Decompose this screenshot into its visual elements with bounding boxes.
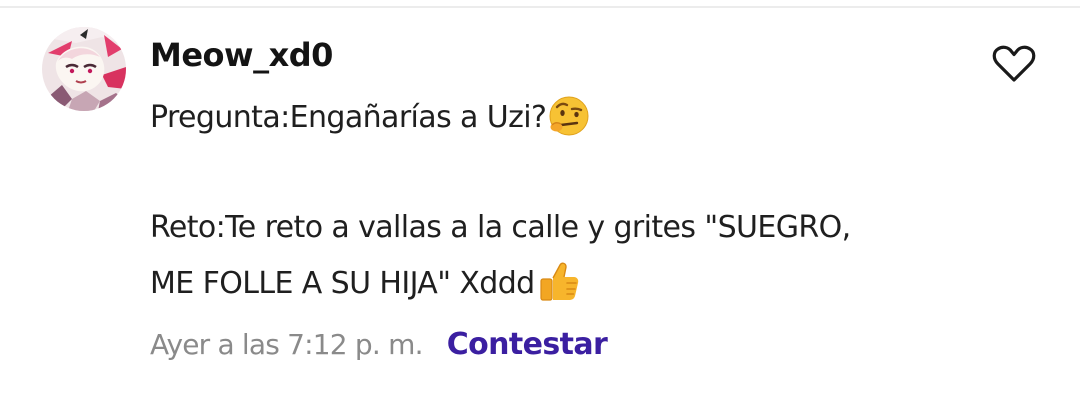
comment-line-text: ME FOLLE A SU HIJA" Xddd — [150, 266, 535, 301]
comment-meta: Ayer a las 7:12 p. m. Contestar — [150, 320, 608, 368]
username[interactable]: Meow_xd0 — [150, 33, 333, 77]
reply-button[interactable]: Contestar — [447, 327, 608, 362]
comment-line-1: Pregunta:Engañarías a Uzi? — [150, 93, 1010, 143]
heart-outline-icon — [992, 45, 1036, 82]
face-with-raised-eyebrow-icon — [547, 94, 591, 138]
timestamp: Ayer a las 7:12 p. m. — [150, 327, 423, 361]
comment-line-3: ME FOLLE A SU HIJA" Xddd — [150, 259, 1010, 309]
like-button[interactable] — [988, 42, 1040, 86]
thumbs-up-icon — [536, 260, 580, 304]
comment-line-2: Reto:Te reto a vallas a la calle y grite… — [150, 210, 851, 245]
comment-item: Meow_xd0 Pregunta:Engañarías a Uzi? Reto… — [0, 0, 1080, 402]
avatar[interactable] — [42, 27, 126, 111]
comment-line-text: Pregunta:Engañarías a Uzi? — [150, 100, 547, 135]
anime-character-avatar — [42, 27, 126, 111]
